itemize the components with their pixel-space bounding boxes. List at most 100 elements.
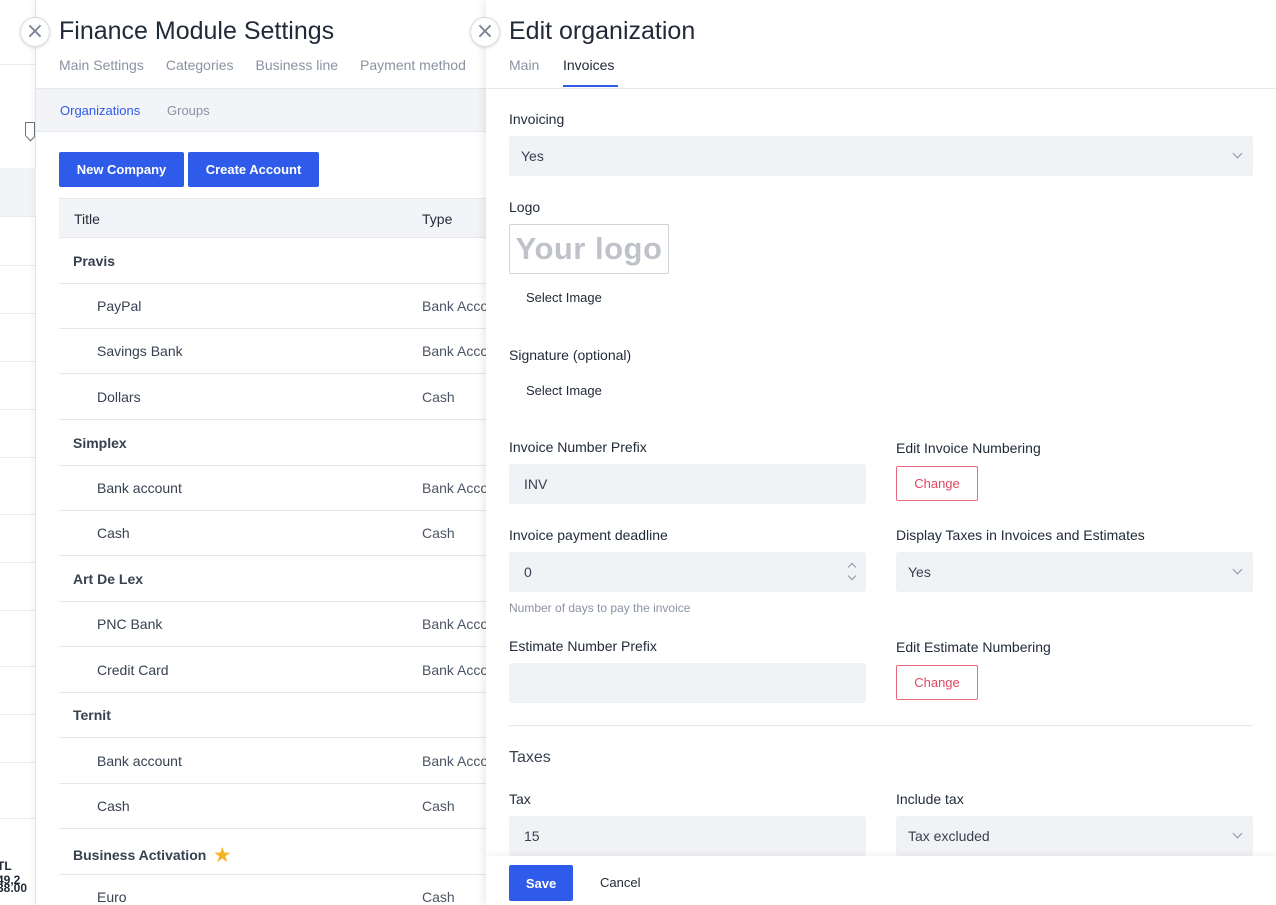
change-estimate-numbering-button[interactable]: Change xyxy=(896,665,978,700)
close-icon[interactable]: × xyxy=(20,17,50,47)
payment-deadline-hint: Number of days to pay the invoice xyxy=(509,601,691,615)
select-signature-button[interactable]: Select Image xyxy=(526,383,602,398)
invoicing-select[interactable]: Yes xyxy=(509,136,1253,176)
divider xyxy=(0,409,36,410)
subtab-organizations[interactable]: Organizations xyxy=(60,103,140,118)
display-taxes-select[interactable]: Yes xyxy=(896,552,1253,592)
column-title: Title xyxy=(74,211,100,227)
logo-preview: Your logo xyxy=(509,224,669,274)
table-row[interactable]: PayPal Bank Account xyxy=(59,283,486,329)
tax-value: 15 xyxy=(524,828,540,844)
subtab-groups[interactable]: Groups xyxy=(167,103,210,118)
include-tax-select[interactable]: Tax excluded xyxy=(896,816,1253,856)
background-total-text: 38.00 xyxy=(0,881,28,895)
divider xyxy=(0,714,36,715)
divider xyxy=(0,610,36,611)
row-title: Euro xyxy=(97,889,127,905)
row-type: Bank Account xyxy=(422,753,486,769)
table-row[interactable]: Euro Cash xyxy=(59,874,486,905)
tab-invoices[interactable]: Invoices xyxy=(563,57,614,73)
payment-deadline-stepper[interactable]: 0 xyxy=(509,552,866,592)
divider xyxy=(509,725,1253,726)
divider xyxy=(0,762,36,763)
tab-business-line[interactable]: Business line xyxy=(256,57,339,73)
sub-navigation: Organizations Groups xyxy=(36,88,486,132)
row-title: Simplex xyxy=(73,435,127,451)
signature-label: Signature (optional) xyxy=(509,347,632,363)
table-row[interactable]: Cash Cash xyxy=(59,783,486,829)
star-icon[interactable]: ★ xyxy=(214,845,230,865)
table-row[interactable]: Credit Card Bank Account xyxy=(59,647,486,693)
estimate-prefix-input[interactable] xyxy=(509,663,866,703)
display-taxes-value: Yes xyxy=(908,564,931,580)
table-row-group[interactable]: Pravis xyxy=(59,238,486,284)
row-title: Ternit xyxy=(73,707,111,723)
invoicing-value: Yes xyxy=(521,148,544,164)
tab-categories[interactable]: Categories xyxy=(166,57,234,73)
column-type: Type xyxy=(422,211,453,227)
row-title: Cash xyxy=(97,525,130,541)
select-logo-button[interactable]: Select Image xyxy=(526,290,602,305)
table-row[interactable]: Cash Cash xyxy=(59,510,486,556)
invoice-prefix-input[interactable]: INV xyxy=(509,464,866,504)
row-title: Bank account xyxy=(97,753,182,769)
invoice-numbering-label: Edit Invoice Numbering xyxy=(896,440,1041,456)
tax-input[interactable]: 15 xyxy=(509,816,866,856)
taxes-section-title: Taxes xyxy=(509,749,551,766)
bookmark-icon xyxy=(25,122,35,136)
display-taxes-label: Display Taxes in Invoices and Estimates xyxy=(896,527,1145,543)
tab-main-settings[interactable]: Main Settings xyxy=(59,57,144,73)
cancel-button[interactable]: Cancel xyxy=(600,875,640,890)
divider xyxy=(0,818,36,819)
tab-main[interactable]: Main xyxy=(509,57,539,73)
close-icon[interactable]: × xyxy=(470,17,500,47)
change-invoice-numbering-button[interactable]: Change xyxy=(896,466,978,501)
table-row[interactable]: Bank account Bank Account xyxy=(59,465,486,511)
row-type: Bank Account xyxy=(422,662,486,678)
active-tab-indicator xyxy=(563,85,618,87)
panel-title: Finance Module Settings xyxy=(59,17,335,45)
table-row[interactable]: Bank account Bank Account xyxy=(59,738,486,784)
table-row-group[interactable]: Ternit xyxy=(59,692,486,738)
new-company-button[interactable]: New Company xyxy=(59,152,184,187)
table-row-group[interactable]: Art De Lex xyxy=(59,556,486,602)
tab-payment-method[interactable]: Payment method xyxy=(360,57,466,73)
divider xyxy=(0,64,36,65)
table-row[interactable]: PNC Bank Bank Account xyxy=(59,601,486,647)
table-row[interactable]: Savings Bank Bank Account xyxy=(59,328,486,374)
row-title: Pravis xyxy=(73,253,116,269)
invoicing-label: Invoicing xyxy=(509,111,565,127)
invoice-prefix-label: Invoice Number Prefix xyxy=(509,439,647,455)
divider xyxy=(0,313,36,314)
table-row-group[interactable]: Simplex xyxy=(59,420,486,466)
divider xyxy=(0,666,36,667)
background-table-header xyxy=(0,168,36,216)
decrement-icon[interactable] xyxy=(847,571,857,581)
estimate-prefix-label: Estimate Number Prefix xyxy=(509,638,657,654)
save-button[interactable]: Save xyxy=(509,865,573,901)
estimate-numbering-label: Edit Estimate Numbering xyxy=(896,639,1051,655)
include-tax-value: Tax excluded xyxy=(908,828,990,844)
table-row-group[interactable]: Business Activation ★ xyxy=(59,829,486,875)
row-type: Cash xyxy=(422,525,455,541)
create-account-button[interactable]: Create Account xyxy=(188,152,319,187)
panel-title: Edit organization xyxy=(509,17,696,45)
row-type: Cash xyxy=(422,889,455,905)
chevron-down-icon xyxy=(1232,148,1243,159)
divider xyxy=(0,216,36,217)
row-type: Bank Account xyxy=(422,480,486,496)
row-title: Art De Lex xyxy=(73,571,144,587)
chevron-down-icon xyxy=(1232,828,1243,839)
divider xyxy=(486,88,1276,89)
increment-icon[interactable] xyxy=(847,562,857,572)
table-row[interactable]: Dollars Cash xyxy=(59,374,486,420)
table-header: Title Type xyxy=(59,198,486,238)
background-page: TL 49,2 38.00 xyxy=(0,0,36,905)
row-title: Credit Card xyxy=(97,662,169,678)
invoice-prefix-value: INV xyxy=(524,476,548,492)
payment-deadline-value: 0 xyxy=(524,564,532,580)
row-type: Bank Account xyxy=(422,616,486,632)
settings-tabs: Main Settings Categories Business line P… xyxy=(59,57,466,73)
divider xyxy=(0,562,36,563)
chevron-down-icon xyxy=(1232,564,1243,575)
